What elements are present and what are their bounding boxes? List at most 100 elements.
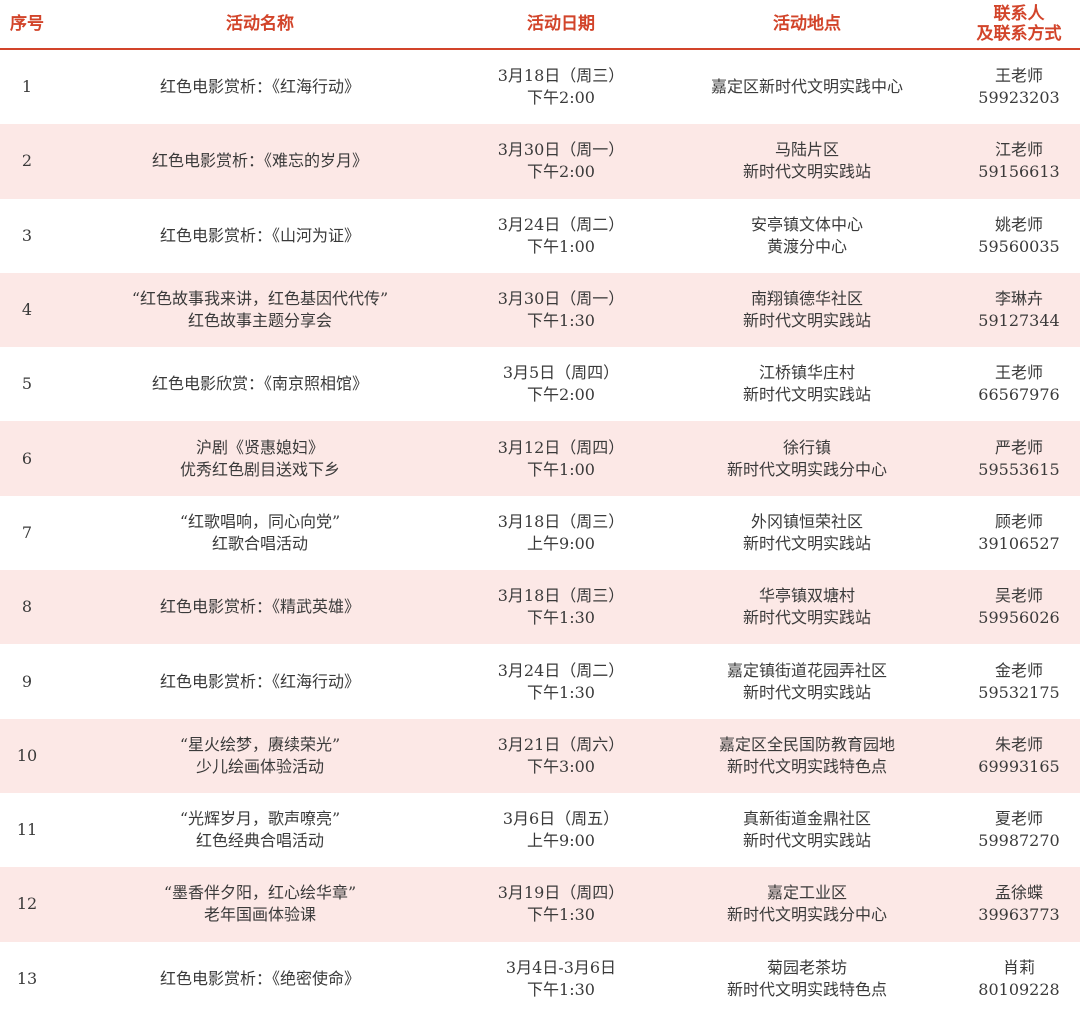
activity-name-line: “红歌唱响，同心向党” — [179, 511, 341, 531]
row-number: 7 — [21, 522, 33, 542]
activity-contact: 严老师 59553615 — [958, 421, 1080, 495]
header-no: 序号 — [10, 14, 44, 34]
table-row: 12 “墨香伴夕阳，红心绘华章” 老年国画体验课 3月19日（周四） 下午1:30 嘉定工… — [0, 867, 1080, 942]
activity-date: 3月21日（周六） 下午3:00 — [466, 719, 656, 793]
activity-date-line: 3月24日（周二） — [497, 214, 625, 234]
activity-place: 嘉定区全民国防教育园地 新时代文明实践特色点 — [656, 719, 958, 793]
activity-name: 沪剧《贤惠媳妇》 优秀红色剧目送戏下乡 — [54, 421, 466, 495]
activity-date: 3月24日（周二） 下午1:30 — [466, 644, 656, 718]
activity-place: 外冈镇恒荣社区 新时代文明实践站 — [656, 496, 958, 570]
row-number: 6 — [21, 448, 33, 468]
activity-place: 江桥镇华庄村 新时代文明实践站 — [656, 347, 958, 421]
row-number: 2 — [21, 151, 33, 171]
activity-contact-line: 59127344 — [978, 311, 1060, 331]
activity-date-line: 3月4日-3月6日 — [505, 957, 617, 977]
table-row: 5 红色电影欣赏：《南京照相馆》 3月5日（周四） 下午2:00 江桥镇华庄村 新时代文明… — [0, 347, 1080, 421]
activity-contact: 朱老师 69993165 — [958, 719, 1080, 793]
activity-name-line: 红歌合唱活动 — [211, 533, 308, 553]
table-row: 13 红色电影赏析：《绝密使命》 3月4日-3月6日 下午1:30 菊园老茶坊 新时代文明… — [0, 942, 1080, 1016]
table-header: 序号 活动名称 活动日期 活动地点 联系人 及联系方式 — [0, 0, 1080, 50]
activity-date-line: 下午1:30 — [527, 311, 595, 331]
row-number: 4 — [21, 300, 33, 320]
activity-place: 嘉定区新时代文明实践中心 — [656, 50, 958, 124]
activity-name-line: “红色故事我来讲，红色基因代代传” — [131, 289, 389, 309]
table-row: 4 “红色故事我来讲，红色基因代代传” 红色故事主题分享会 3月30日（周一） 下午1:… — [0, 272, 1080, 348]
activity-contact-line: 江老师 — [994, 140, 1043, 160]
activity-contact: 姚老师 59560035 — [958, 199, 1080, 273]
activity-contact-line: 59987270 — [978, 831, 1060, 851]
activity-place-line: 外冈镇恒荣社区 — [750, 511, 863, 531]
activity-place: 真新街道金鼎社区 新时代文明实践站 — [656, 793, 958, 867]
activity-date: 3月6日（周五） 上午9:00 — [466, 793, 656, 867]
activity-date: 3月18日（周三） 上午9:00 — [466, 496, 656, 570]
activity-place-line: 嘉定区新时代文明实践中心 — [710, 77, 903, 97]
activity-place: 嘉定工业区 新时代文明实践分中心 — [656, 867, 958, 941]
activity-contact-line: 66567976 — [978, 385, 1060, 405]
activity-name-line: 红色电影赏析：《山河为证》 — [159, 225, 360, 245]
activity-date-line: 3月18日（周三） — [497, 66, 625, 86]
activity-date-line: 3月5日（周四） — [502, 363, 620, 383]
activity-contact-line: 王老师 — [994, 363, 1043, 383]
activity-place-line: 嘉定工业区 — [766, 883, 847, 903]
activity-place: 南翔镇德华社区 新时代文明实践站 — [656, 273, 958, 347]
activity-date-line: 上午9:00 — [527, 831, 595, 851]
activity-place-line: 嘉定镇街道花园弄社区 — [726, 660, 887, 680]
activity-name-line: 红色电影赏析：《红海行动》 — [159, 671, 360, 691]
activity-contact: 金老师 59532175 — [958, 644, 1080, 718]
activity-date: 3月12日（周四） 下午1:00 — [466, 421, 656, 495]
activity-date-line: 下午1:30 — [527, 905, 595, 925]
activity-contact: 孟徐蝶 39963773 — [958, 867, 1080, 941]
activity-date-line: 3月18日（周三） — [497, 586, 625, 606]
table-row: 10 “星火绘梦，赓续荣光” 少儿绘画体验活动 3月21日（周六） 下午3:00 嘉定区全… — [0, 718, 1080, 793]
header-date: 活动日期 — [527, 14, 595, 34]
activity-name: 红色电影赏析：《难忘的岁月》 — [54, 124, 466, 198]
activity-date: 3月18日（周三） 下午2:00 — [466, 50, 656, 124]
activity-place-line: 江桥镇华庄村 — [758, 363, 855, 383]
table-body: 1 红色电影赏析：《红海行动》 3月18日（周三） 下午2:00 嘉定区新时代文明实践中… — [0, 50, 1080, 1016]
activity-place-line: 安亭镇文体中心 — [750, 214, 863, 234]
row-number: 9 — [21, 671, 33, 691]
activity-contact-line: 顾老师 — [994, 511, 1043, 531]
activity-table: 序号 活动名称 活动日期 活动地点 联系人 及联系方式 1 红色电影赏析：《红海行… — [0, 0, 1080, 1016]
activity-contact-line: 59923203 — [978, 88, 1060, 108]
activity-date-line: 3月30日（周一） — [497, 289, 625, 309]
activity-name-line: 沪剧《贤惠媳妇》 — [195, 437, 324, 457]
activity-date-line: 3月24日（周二） — [497, 660, 625, 680]
table-row: 11 “光辉岁月，歌声嘹亮” 红色经典合唱活动 3月6日（周五） 上午9:00 真新街道金… — [0, 793, 1080, 867]
activity-name-line: 老年国画体验课 — [203, 905, 316, 925]
activity-name-line: 红色电影赏析：《难忘的岁月》 — [151, 151, 368, 171]
activity-contact-line: 肖莉 — [1002, 957, 1035, 977]
activity-contact: 吴老师 59956026 — [958, 570, 1080, 644]
activity-place-line: 新时代文明实践站 — [742, 608, 871, 628]
header-contact-line2: 及联系方式 — [976, 24, 1062, 44]
activity-contact-line: 金老师 — [994, 660, 1043, 680]
activity-name-line: 少儿绘画体验活动 — [195, 756, 324, 776]
activity-contact-line: 39963773 — [978, 905, 1060, 925]
activity-name-line: 红色经典合唱活动 — [195, 831, 324, 851]
activity-contact: 李琳卉 59127344 — [958, 273, 1080, 347]
activity-date-line: 下午2:00 — [527, 88, 595, 108]
header-contact-line1: 联系人 — [993, 4, 1045, 24]
header-place: 活动地点 — [773, 14, 841, 34]
activity-place: 华亭镇双塘村 新时代文明实践站 — [656, 570, 958, 644]
activity-date-line: 3月21日（周六） — [497, 734, 625, 754]
activity-date-line: 3月19日（周四） — [497, 883, 625, 903]
row-number: 3 — [21, 225, 33, 245]
activity-name-line: “星火绘梦，赓续荣光” — [179, 734, 341, 754]
activity-place-line: 徐行镇 — [782, 437, 831, 457]
activity-place: 嘉定镇街道花园弄社区 新时代文明实践站 — [656, 644, 958, 718]
activity-name: “红歌唱响，同心向党” 红歌合唱活动 — [54, 496, 466, 570]
activity-date-line: 下午1:30 — [527, 682, 595, 702]
activity-date: 3月18日（周三） 下午1:30 — [466, 570, 656, 644]
activity-date: 3月24日（周二） 下午1:00 — [466, 199, 656, 273]
activity-contact-line: 59956026 — [978, 608, 1060, 628]
activity-name-line: 优秀红色剧目送戏下乡 — [179, 459, 340, 479]
activity-name-line: 红色故事主题分享会 — [187, 311, 332, 331]
activity-contact-line: 59532175 — [978, 682, 1060, 702]
activity-name: “光辉岁月，歌声嘹亮” 红色经典合唱活动 — [54, 793, 466, 867]
activity-name: 红色电影欣赏：《南京照相馆》 — [54, 347, 466, 421]
row-number: 10 — [16, 745, 38, 765]
table-row: 1 红色电影赏析：《红海行动》 3月18日（周三） 下午2:00 嘉定区新时代文明实践中… — [0, 50, 1080, 124]
activity-place-line: 嘉定区全民国防教育园地 — [718, 734, 895, 754]
table-row: 3 红色电影赏析：《山河为证》 3月24日（周二） 下午1:00 安亭镇文体中心 黄渡分中… — [0, 199, 1080, 273]
